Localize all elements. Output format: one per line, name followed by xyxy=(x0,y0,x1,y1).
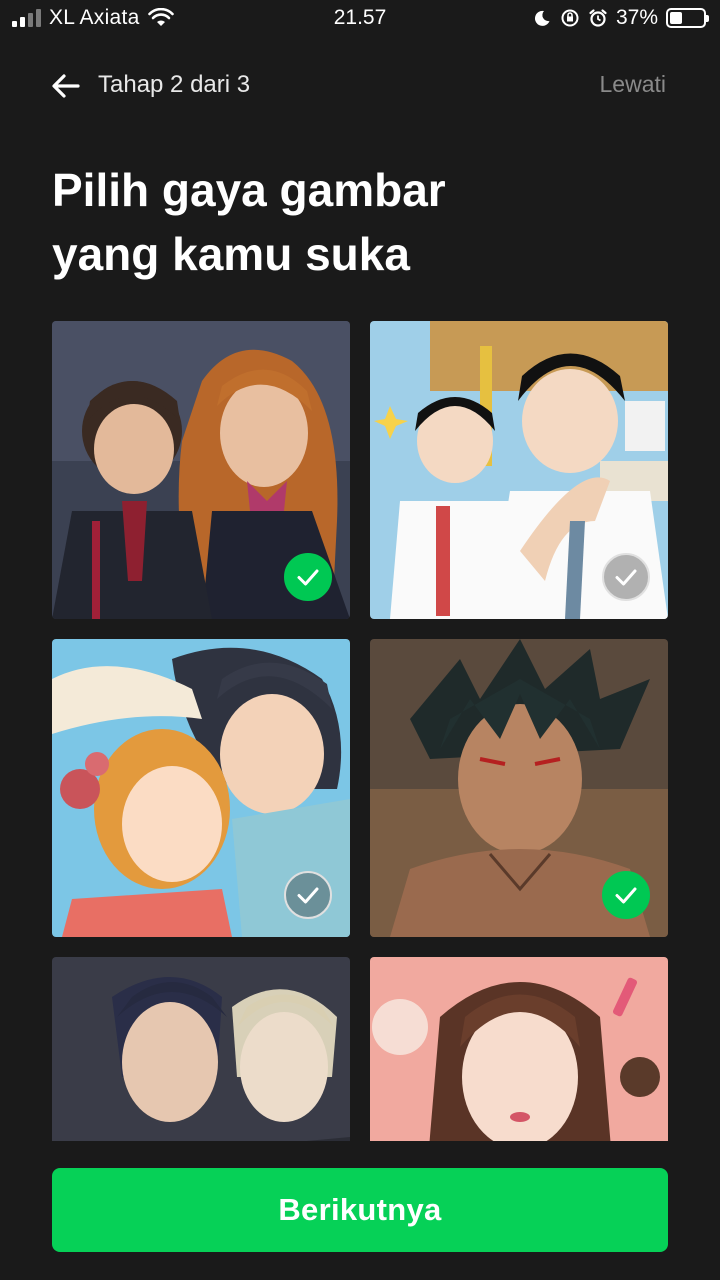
page-title: Pilih gaya gambar yang kamu suka xyxy=(52,158,672,286)
arrow-left-icon[interactable] xyxy=(48,68,84,104)
art-style-grid xyxy=(52,321,668,1141)
style-card-2[interactable] xyxy=(370,321,668,619)
step-indicator: Tahap 2 dari 3 xyxy=(98,71,251,98)
skip-button[interactable]: Lewati xyxy=(600,71,666,98)
style-card-6[interactable] xyxy=(370,957,668,1141)
status-bar: XL Axiata 21.57 37% xyxy=(0,0,720,38)
onboarding-header: Tahap 2 dari 3 Lewati xyxy=(0,60,720,110)
art-thumbnail xyxy=(370,957,668,1141)
moon-icon xyxy=(534,10,550,26)
style-card-3[interactable] xyxy=(52,639,350,937)
title-line-2: yang kamu suka xyxy=(52,228,410,280)
orientation-lock-icon xyxy=(561,9,579,27)
selected-check-icon xyxy=(602,871,650,919)
status-right: 37% xyxy=(532,6,709,30)
unselected-check-icon xyxy=(284,871,332,919)
selected-check-icon xyxy=(284,553,332,601)
art-thumbnail xyxy=(52,957,350,1141)
title-line-1: Pilih gaya gambar xyxy=(52,164,446,216)
style-card-4[interactable] xyxy=(370,639,668,937)
next-button[interactable]: Berikutnya xyxy=(52,1168,668,1252)
battery-fill xyxy=(670,12,682,24)
unselected-check-icon xyxy=(602,553,650,601)
style-card-1[interactable] xyxy=(52,321,350,619)
battery-icon xyxy=(666,8,709,28)
battery-percent: 37% xyxy=(615,6,658,29)
style-card-5[interactable] xyxy=(52,957,350,1141)
alarm-icon xyxy=(589,9,607,27)
